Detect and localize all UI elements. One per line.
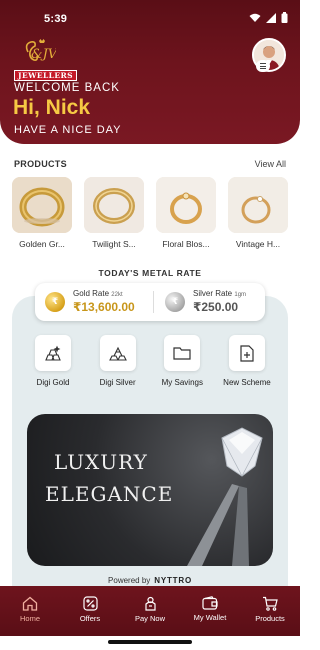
new-scheme-label: New Scheme [223,378,271,387]
greeting-subtitle: HAVE A NICE DAY [14,124,122,136]
signal-icon [266,12,276,23]
gold-bars-icon [35,335,71,371]
product-card[interactable]: Golden Gr... [12,177,72,255]
nav-pay-now[interactable]: Pay Now [120,586,180,636]
status-time: 5:39 [44,13,68,25]
battery-icon [281,12,288,23]
my-savings-label: My Savings [161,378,203,387]
silver-bars-icon [99,335,136,371]
pay-now-icon [144,596,156,611]
nav-products-label: Products [255,614,285,623]
gold-coin-icon: ₹ [45,292,65,312]
silver-rate-value: ₹250.00 [193,300,239,314]
status-icons [249,12,288,23]
offers-icon [82,596,98,611]
nav-offers-label: Offers [79,614,101,623]
product-name: Twilight S... [92,239,136,249]
digi-gold-button[interactable]: Digi Gold [23,335,83,387]
metal-rate-title: TODAY'S METAL RATE [98,268,202,278]
view-all-link[interactable]: View All [255,159,286,169]
silver-rate-label: Silver Rate 1gm [193,289,247,298]
nav-pay-now-label: Pay Now [134,614,165,623]
new-document-icon [228,335,265,371]
wifi-icon [249,13,261,22]
product-name: Vintage H... [235,239,281,249]
product-name: Golden Gr... [19,239,65,249]
cart-icon [263,596,278,611]
powered-by-text: Powered by [108,576,151,585]
sjv-monogram-icon: &JV [25,39,56,62]
nav-my-wallet-label: My Wallet [193,613,227,622]
luxury-banner[interactable]: LUXURY ELEGANCE [27,414,273,566]
nav-offers[interactable]: Offers [60,586,120,636]
rate-divider [153,291,154,313]
folder-icon [164,335,201,371]
bottom-nav: Home Offers Pay Now My Wallet Products [0,586,300,636]
product-card[interactable]: Floral Blos... [156,177,216,255]
metal-rate-card: ₹ Gold Rate 22kt ₹13,600.00 ₹ Silver Rat… [35,283,265,321]
product-image [84,177,144,233]
digi-gold-label: Digi Gold [36,378,70,387]
brand-logo: &JV JEWELLERS [14,38,77,82]
digi-silver-button[interactable]: Digi Silver [88,335,148,387]
product-card[interactable]: Twilight S... [84,177,144,255]
silver-coin-icon: ₹ [165,292,185,312]
nav-products[interactable]: Products [240,586,300,636]
welcome-text: WELCOME BACK [14,82,120,94]
product-image [156,177,216,233]
powered-by-brand: NYTTRO [154,576,192,585]
profile-menu-icon[interactable] [256,60,270,72]
nav-my-wallet[interactable]: My Wallet [180,586,240,636]
greeting: Hi, Nick [13,96,91,119]
status-bar: 5:39 [0,0,300,34]
digi-silver-label: Digi Silver [99,378,136,387]
diamond-tweezers-image [187,427,263,566]
logo-text: JEWELLERS [14,70,77,81]
svg-text:&JV: &JV [31,47,56,62]
home-icon [22,596,38,611]
products-row: Golden Gr... Twilight S... Floral Blos..… [12,177,300,255]
gold-rate-value: ₹13,600.00 [73,300,135,314]
header: 5:39 &JV JEWELLERS WELCOME BACK Hi, Nick… [0,0,300,144]
product-image [228,177,288,233]
nav-home-label: Home [19,614,40,623]
product-image [12,177,72,233]
quick-actions: Digi Gold Digi Silver My Savings New Sch… [23,335,277,387]
nav-home[interactable]: Home [0,586,60,636]
my-savings-button[interactable]: My Savings [152,335,212,387]
powered-by: Powered by NYTTRO [0,576,300,585]
product-card[interactable]: Vintage H... [228,177,288,255]
new-scheme-button[interactable]: New Scheme [217,335,277,387]
product-name: Floral Blos... [162,239,210,249]
products-title: PRODUCTS [14,159,67,169]
home-indicator[interactable] [108,640,192,644]
gold-rate-label: Gold Rate 22kt [73,289,123,298]
wallet-icon [202,596,218,610]
